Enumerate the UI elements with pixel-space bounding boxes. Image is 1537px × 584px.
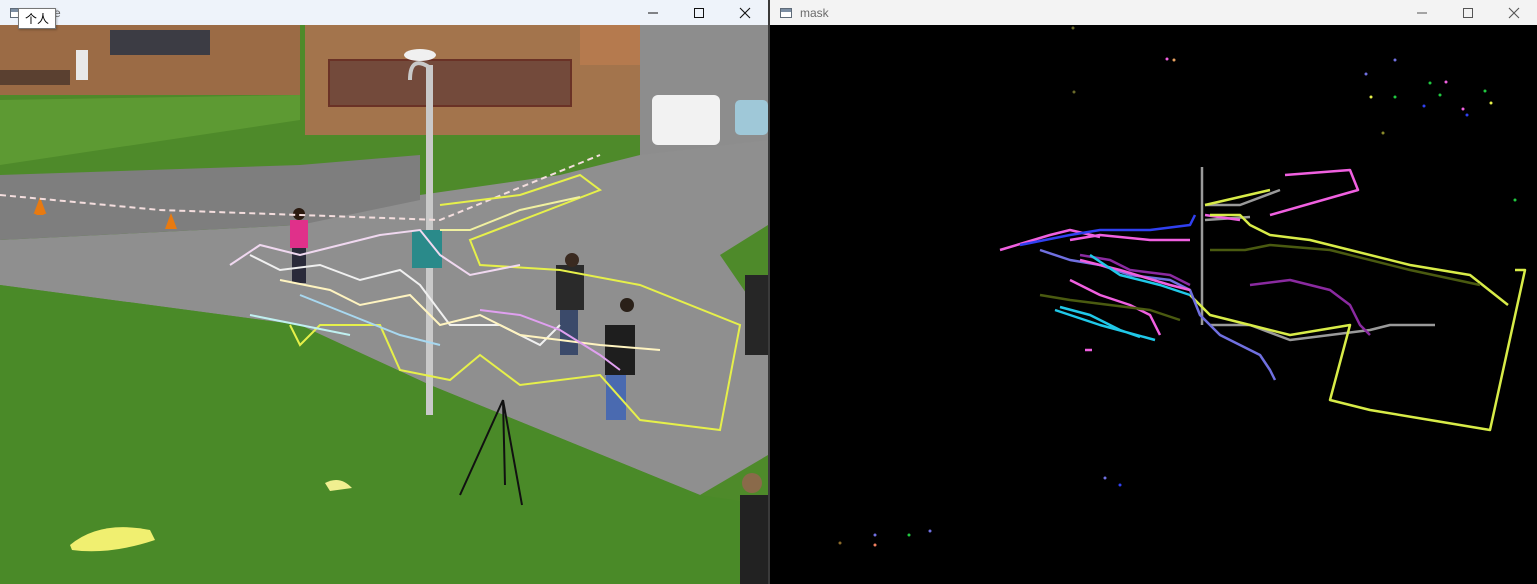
building-annex xyxy=(580,25,650,65)
camera-frame-image xyxy=(0,25,768,584)
app-icon xyxy=(780,7,792,18)
frame-video-canvas xyxy=(0,25,768,584)
minimize-icon xyxy=(648,12,658,13)
close-button[interactable] xyxy=(722,0,768,25)
maximize-button[interactable] xyxy=(1445,0,1491,25)
close-icon xyxy=(739,7,751,18)
mask-window-controls xyxy=(1399,0,1537,25)
close-button[interactable] xyxy=(1491,0,1537,25)
fence xyxy=(0,70,70,85)
minimize-button[interactable] xyxy=(630,0,676,25)
title-tooltip: 个人 xyxy=(18,8,57,29)
maximize-icon xyxy=(694,7,704,18)
maximize-icon xyxy=(1463,7,1473,18)
mask-window: mask xyxy=(770,0,1537,584)
window-glass xyxy=(330,61,570,105)
door xyxy=(76,50,88,80)
frame-window-controls xyxy=(630,0,768,25)
mask-image xyxy=(770,25,1537,584)
lamp-head xyxy=(404,49,436,61)
white-van xyxy=(652,95,720,145)
blue-car xyxy=(735,100,768,135)
mask-titlebar[interactable]: mask xyxy=(770,0,1537,25)
frame-titlebar[interactable]: frame xyxy=(0,0,768,25)
road-sign xyxy=(412,230,442,268)
mask-canvas xyxy=(770,25,1537,584)
left-building-windows xyxy=(110,30,210,55)
close-icon xyxy=(1508,7,1520,18)
minimize-icon xyxy=(1417,12,1427,13)
frame-window: frame 个人 xyxy=(0,0,768,584)
minimize-button[interactable] xyxy=(1399,0,1445,25)
mask-background xyxy=(770,25,1537,584)
maximize-button[interactable] xyxy=(676,0,722,25)
mask-window-title: mask xyxy=(800,5,829,20)
